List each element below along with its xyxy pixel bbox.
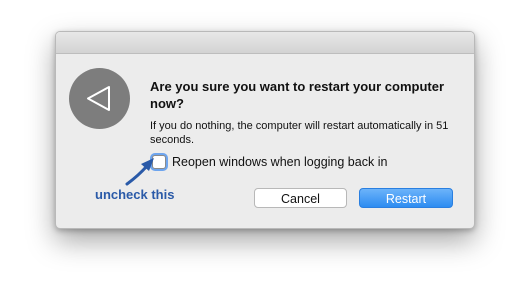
annotation-arrow-icon	[125, 158, 154, 186]
screenshot-stage: Are you sure you want to restart your co…	[0, 0, 529, 308]
annotation-text: uncheck this	[95, 187, 175, 202]
